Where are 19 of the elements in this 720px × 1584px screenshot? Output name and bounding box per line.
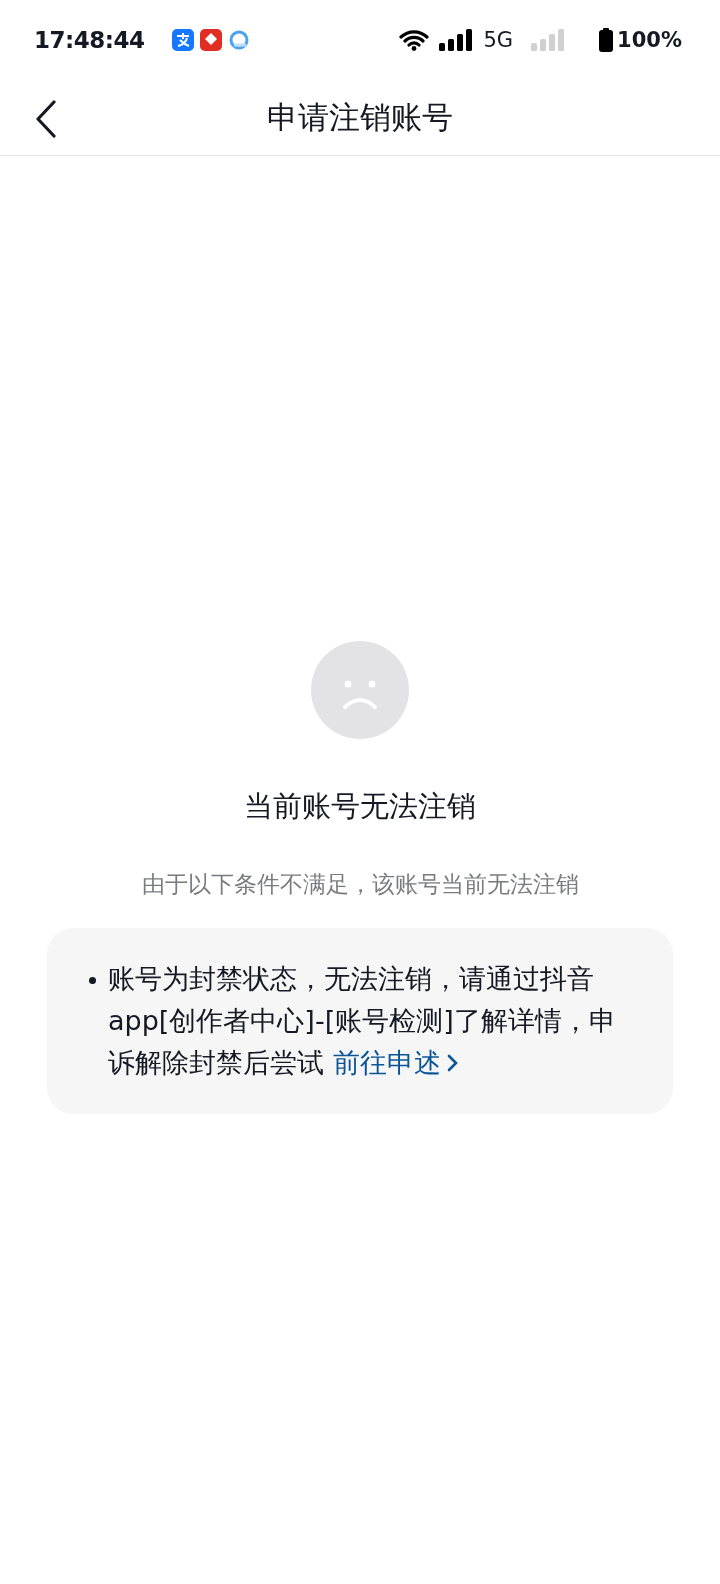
battery-percent: 100% (617, 28, 682, 52)
chevron-icon (446, 1053, 459, 1073)
app-icon (172, 29, 195, 51)
app-icon (200, 29, 223, 51)
result-title: 当前账号无法注销 (244, 788, 476, 825)
signal-icon (439, 29, 474, 51)
sad-face-icon (311, 641, 409, 739)
network-label: 5G (483, 28, 514, 52)
wifi-icon (399, 29, 430, 51)
app-icon (228, 29, 251, 51)
result-subtitle: 由于以下条件不满足，该账号当前无法注销 (141, 870, 579, 899)
reason-text: 账号为封禁状态，无法注销，请通过抖音app[创作者中心]-[账号检测]了解详情，申诉解除封禁后尝试 前往申述 (108, 962, 617, 1080)
page-title: 申请注销账号 (267, 97, 453, 137)
bullet-icon (89, 977, 96, 984)
status-time: 17:48:44 (34, 27, 145, 53)
back-icon[interactable] (35, 100, 57, 138)
signal-icon (531, 29, 566, 51)
battery-icon (599, 28, 614, 52)
appeal-link[interactable]: 前往申述 (332, 1047, 459, 1078)
